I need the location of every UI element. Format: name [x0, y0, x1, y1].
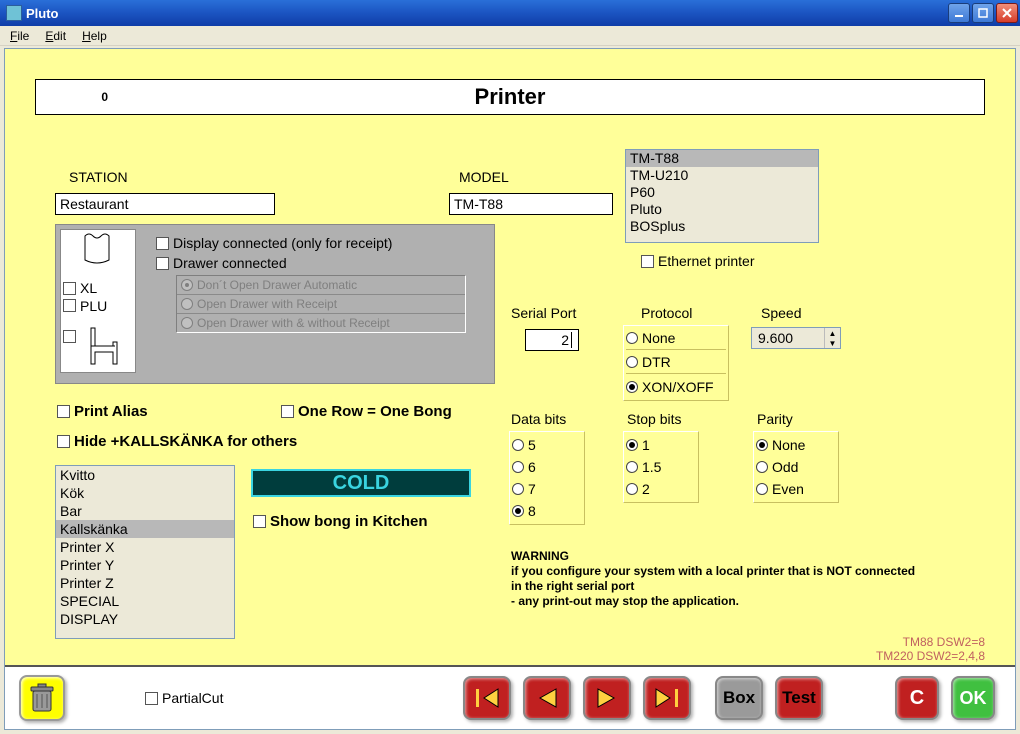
nav-prev-button[interactable] — [523, 676, 571, 720]
model-label: MODEL — [459, 169, 509, 185]
hide-kall-checkbox[interactable]: Hide +KALLSKÄNKA for others — [57, 433, 297, 450]
drawer-opt-c: Open Drawer with & without Receipt — [177, 314, 465, 332]
speed-up[interactable]: ▲ — [825, 328, 840, 338]
plist-1[interactable]: Kök — [56, 484, 234, 502]
dsw-text: TM88 DSW2=8 TM220 DSW2=2,4,8 — [876, 635, 985, 663]
plist-4[interactable]: Printer X — [56, 538, 234, 556]
databits-label: Data bits — [511, 411, 566, 427]
plist-7[interactable]: SPECIAL — [56, 592, 234, 610]
printers-listbox[interactable]: Kvitto Kök Bar Kallskänka Printer X Prin… — [55, 465, 235, 639]
partialcut-checkbox[interactable]: PartialCut — [145, 690, 223, 706]
arrow-last-icon — [654, 687, 680, 709]
box-button[interactable]: Box — [715, 676, 763, 720]
plu-checkbox[interactable]: PLU — [63, 298, 107, 314]
warning-text: WARNING if you configure your system wit… — [511, 549, 915, 609]
station-value: Restaurant — [60, 196, 128, 212]
nav-last-button[interactable] — [643, 676, 691, 720]
test-button[interactable]: Test — [775, 676, 823, 720]
model-opt-3[interactable]: Pluto — [626, 201, 818, 218]
parity-label: Parity — [757, 411, 793, 427]
trash-button[interactable] — [19, 675, 65, 721]
drawer-options-group: Don´t Open Drawer Automatic Open Drawer … — [176, 275, 466, 333]
protocol-label: Protocol — [641, 305, 692, 321]
drawer-opt-b: Open Drawer with Receipt — [177, 295, 465, 314]
app-icon — [6, 5, 22, 21]
drawer-connected-checkbox[interactable]: Drawer connected — [156, 255, 486, 271]
databits-5[interactable]: 5 — [512, 434, 582, 456]
model-opt-2[interactable]: P60 — [626, 184, 818, 201]
one-row-checkbox[interactable]: One Row = One Bong — [281, 403, 452, 420]
parity-even[interactable]: Even — [756, 478, 836, 500]
print-alias-checkbox[interactable]: Print Alias — [57, 403, 148, 420]
plist-8[interactable]: DISPLAY — [56, 610, 234, 628]
protocol-none[interactable]: None — [626, 328, 726, 350]
page-title: Printer — [116, 84, 904, 110]
databits-7[interactable]: 7 — [512, 478, 582, 500]
header-panel: 0 Printer — [35, 79, 985, 115]
model-opt-0[interactable]: TM-T88 — [626, 150, 818, 167]
parity-odd[interactable]: Odd — [756, 456, 836, 478]
databits-8[interactable]: 8 — [512, 500, 582, 522]
close-button[interactable] — [996, 3, 1018, 23]
plist-5[interactable]: Printer Y — [56, 556, 234, 574]
cold-badge: COLD — [251, 469, 471, 497]
clear-button[interactable]: C — [895, 676, 939, 720]
stopbits-2[interactable]: 2 — [626, 478, 696, 500]
menu-edit[interactable]: Edit — [39, 27, 72, 45]
serial-port-input[interactable]: 2 — [525, 329, 579, 351]
display-connected-checkbox[interactable]: Display connected (only for receipt) — [156, 235, 486, 251]
protocol-dtr[interactable]: DTR — [626, 352, 726, 374]
receipt-icon — [61, 230, 137, 270]
ethernet-checkbox[interactable]: Ethernet printer — [641, 253, 755, 269]
model-listbox[interactable]: TM-T88 TM-U210 P60 Pluto BOSplus — [625, 149, 819, 243]
plist-2[interactable]: Bar — [56, 502, 234, 520]
arrow-right-icon — [594, 687, 620, 709]
chair-checkbox[interactable] — [63, 330, 76, 343]
grey-panel: XL PLU Display connected (only for recei… — [55, 224, 495, 384]
client-area: 0 Printer STATION Restaurant MODEL TM-T8… — [4, 48, 1016, 730]
menu-help[interactable]: Help — [76, 27, 113, 45]
drawer-opt-a: Don´t Open Drawer Automatic — [177, 276, 465, 295]
parity-none[interactable]: None — [756, 434, 836, 456]
speed-spinner[interactable]: 9.600 ▲ ▼ — [751, 327, 841, 349]
model-value: TM-T88 — [454, 196, 503, 212]
stopbits-1[interactable]: 1 — [626, 434, 696, 456]
speed-down[interactable]: ▼ — [825, 338, 840, 348]
receipt-graphic-frame: XL PLU — [60, 229, 136, 373]
station-label: STATION — [69, 169, 128, 185]
databits-6[interactable]: 6 — [512, 456, 582, 478]
maximize-button[interactable] — [972, 3, 994, 23]
serial-port-value: 2 — [561, 332, 569, 348]
nav-next-button[interactable] — [583, 676, 631, 720]
footer-bar: PartialCut Box Test C OK — [5, 665, 1015, 729]
title-bar: Pluto — [0, 0, 1020, 26]
trash-icon — [29, 683, 55, 713]
model-input[interactable]: TM-T88 — [449, 193, 613, 215]
nav-first-button[interactable] — [463, 676, 511, 720]
minimize-button[interactable] — [948, 3, 970, 23]
window-title: Pluto — [26, 6, 946, 21]
speed-label: Speed — [761, 305, 801, 321]
arrow-first-icon — [474, 687, 500, 709]
ok-button[interactable]: OK — [951, 676, 995, 720]
model-opt-1[interactable]: TM-U210 — [626, 167, 818, 184]
menu-bar: File Edit Help — [0, 26, 1020, 46]
station-input[interactable]: Restaurant — [55, 193, 275, 215]
plist-0[interactable]: Kvitto — [56, 466, 234, 484]
plist-6[interactable]: Printer Z — [56, 574, 234, 592]
xl-checkbox[interactable]: XL — [63, 280, 97, 296]
menu-file[interactable]: File — [4, 27, 35, 45]
protocol-xon[interactable]: XON/XOFF — [626, 376, 726, 398]
plist-3[interactable]: Kallskänka — [56, 520, 234, 538]
serial-label: Serial Port — [511, 305, 576, 321]
model-opt-4[interactable]: BOSplus — [626, 218, 818, 235]
stopbits-label: Stop bits — [627, 411, 681, 427]
chair-icon — [87, 326, 127, 366]
speed-value: 9.600 — [752, 330, 824, 346]
arrow-left-icon — [534, 687, 560, 709]
header-index: 0 — [36, 90, 116, 104]
stopbits-15[interactable]: 1.5 — [626, 456, 696, 478]
show-bong-checkbox[interactable]: Show bong in Kitchen — [253, 513, 428, 530]
